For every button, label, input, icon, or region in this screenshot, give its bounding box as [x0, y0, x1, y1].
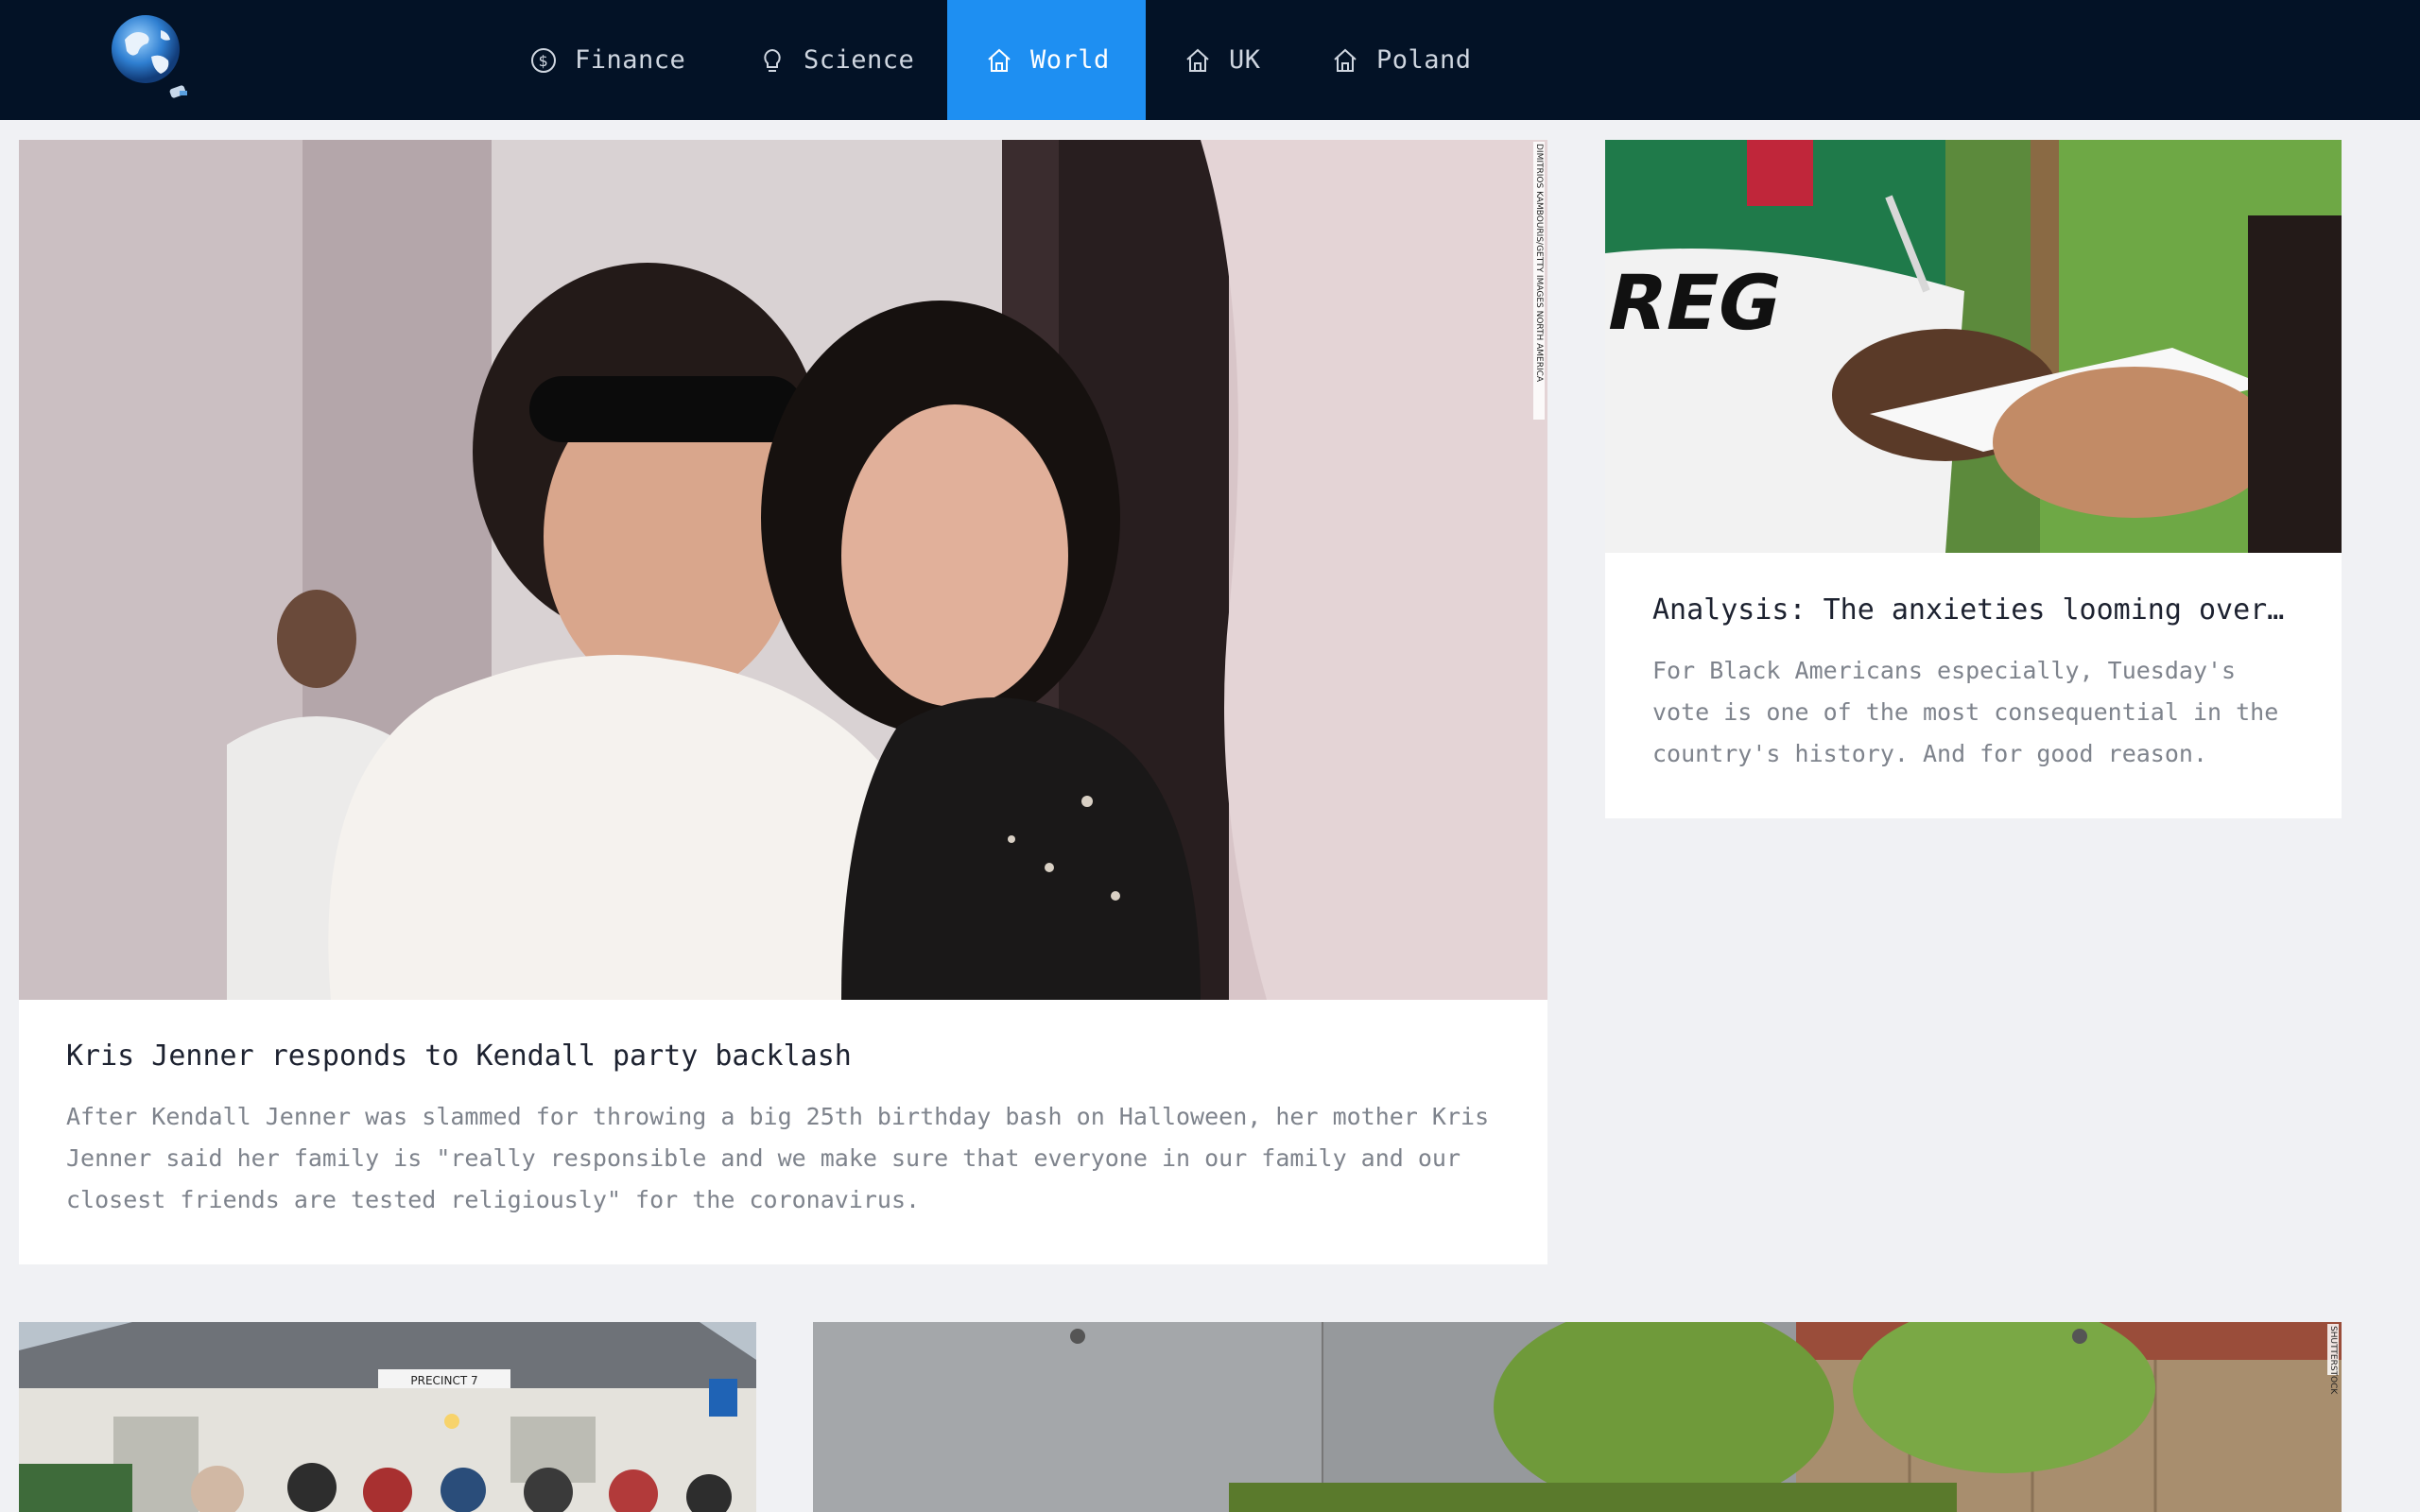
nav-item-science[interactable]: Science	[720, 0, 952, 120]
nav-label-world: World	[1030, 45, 1110, 75]
article-card-bottom-left[interactable]: PRECINCT 7	[19, 1322, 756, 1512]
article-title[interactable]: Kris Jenner responds to Kendall party ba…	[66, 1040, 1500, 1073]
nav-item-finance[interactable]: $ Finance	[492, 0, 723, 120]
article-image[interactable]: PRECINCT 7	[19, 1322, 756, 1512]
home-icon	[985, 46, 1013, 75]
article-image[interactable]	[813, 1322, 2342, 1512]
article-description: For Black Americans especially, Tuesday'…	[1652, 657, 2279, 767]
globe-icon	[112, 15, 187, 98]
article-card-bottom-right[interactable]: SHUTTERSTOCK	[813, 1322, 2342, 1512]
article-image[interactable]: REG	[1605, 140, 2342, 553]
lightbulb-icon	[758, 46, 786, 75]
home-icon	[1331, 46, 1359, 75]
nav-label-finance: Finance	[575, 45, 686, 75]
dollar-circle-icon: $	[529, 46, 558, 75]
svg-text:$: $	[539, 52, 549, 70]
home-icon	[1184, 46, 1212, 75]
image-credit: SHUTTERSTOCK	[2327, 1324, 2339, 1395]
nav-label-uk: UK	[1229, 45, 1261, 75]
nav-item-world[interactable]: World	[947, 0, 1146, 120]
top-navbar: $ Finance Science World UK Poland	[0, 0, 2420, 120]
article-description: After Kendall Jenner was slammed for thr…	[66, 1103, 1490, 1213]
article-image[interactable]	[19, 140, 1547, 1000]
article-title[interactable]: Analysis: The anxieties looming over ...	[1652, 593, 2294, 627]
nav-item-uk[interactable]: UK	[1146, 0, 1299, 120]
nav-label-poland: Poland	[1376, 45, 1472, 75]
article-card-side[interactable]: REG Analysis: The anxieties looming over…	[1605, 140, 2342, 818]
precinct-sign: PRECINCT 7	[410, 1374, 477, 1387]
svg-text:REG: REG	[1605, 260, 1789, 348]
image-credit: DIMITRIOS KAMBOURIS/GETTY IMAGES NORTH A…	[1533, 142, 1545, 420]
nav-label-science: Science	[804, 45, 915, 75]
article-card-main[interactable]: DIMITRIOS KAMBOURIS/GETTY IMAGES NORTH A…	[19, 140, 1547, 1264]
globe-logo[interactable]	[106, 11, 200, 106]
nav-item-poland[interactable]: Poland	[1293, 0, 1510, 120]
